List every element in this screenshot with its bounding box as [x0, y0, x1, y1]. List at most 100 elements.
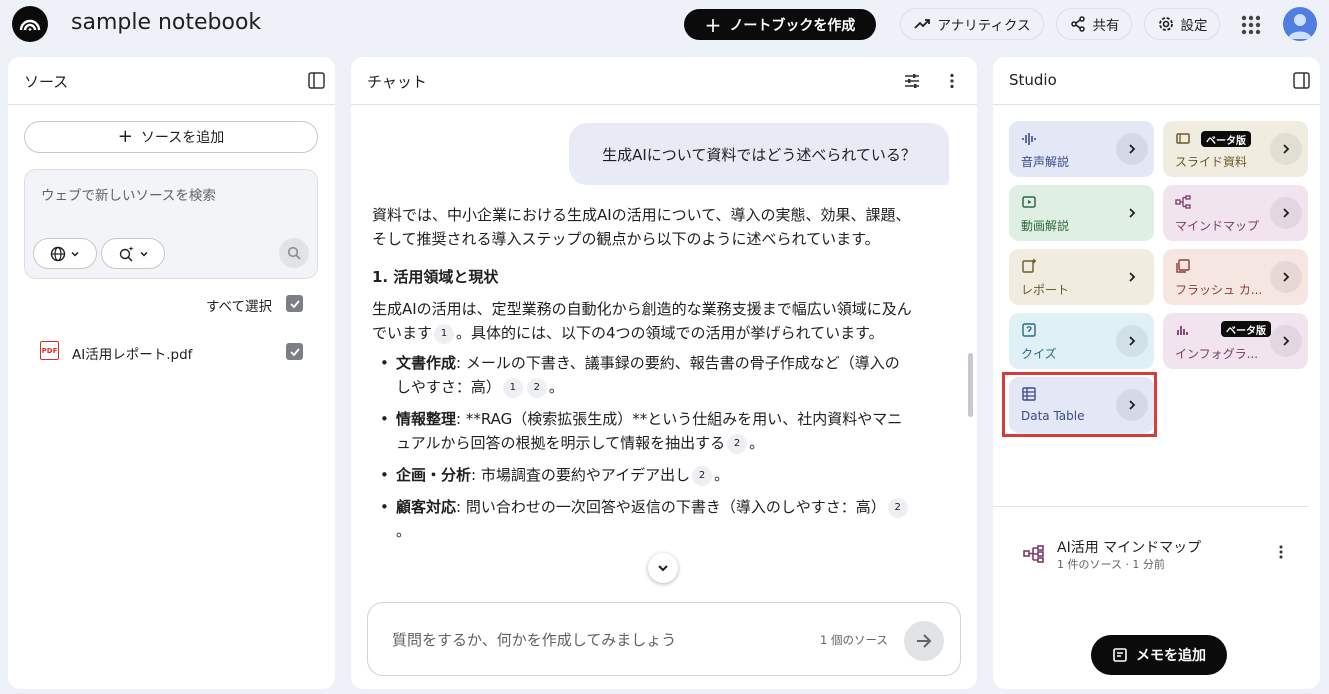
studio-tile-slides[interactable]: スライド資料 ベータ版: [1163, 121, 1308, 177]
add-note-button[interactable]: メモを追加: [1091, 635, 1227, 675]
list-item-term: 文書作成: [396, 354, 457, 372]
tile-arrow-button[interactable]: [1116, 261, 1148, 293]
tile-arrow-button[interactable]: [1270, 325, 1302, 357]
studio-tile-label: インフォグラ...: [1175, 347, 1259, 361]
plus-icon: +: [117, 126, 133, 147]
chevron-down-icon: [139, 251, 148, 257]
settings-button[interactable]: 設定: [1144, 8, 1220, 40]
checkmark-icon: [289, 299, 300, 308]
studio-tile-label: 音声解説: [1021, 155, 1070, 169]
chat-input-box[interactable]: 質問をするか、何かを作成してみましょう 1 個のソース: [367, 602, 961, 676]
citation-badge[interactable]: 2: [727, 433, 748, 454]
tile-arrow-button[interactable]: [1116, 325, 1148, 357]
source-item-name[interactable]: AI活用レポート.pdf: [72, 343, 192, 363]
beta-badge: ベータ版: [1201, 131, 1251, 147]
tile-arrow-button[interactable]: [1116, 133, 1148, 165]
data-table-highlight: [1002, 372, 1157, 437]
top-bar: sample notebook + ノートブックを作成 アナリティクス 共有 設…: [0, 0, 1329, 50]
gear-icon: [1158, 17, 1173, 31]
tune-icon[interactable]: [903, 72, 921, 90]
create-notebook-button[interactable]: + ノートブックを作成: [684, 9, 876, 40]
note-more-button[interactable]: [1271, 542, 1291, 562]
studio-tile-report[interactable]: レポート: [1009, 249, 1154, 305]
answer-paragraph: 生成AIの活用は、定型業務の自動化から創造的な業務支援まで幅広い領域に及んでいま…: [372, 297, 912, 345]
beta-badge: ベータ版: [1221, 321, 1271, 337]
mindmap-icon: [1175, 195, 1191, 209]
chevron-down-icon: [71, 251, 79, 257]
slides-icon: [1176, 133, 1190, 144]
studio-tile-video[interactable]: 動画解説: [1009, 185, 1154, 241]
note-title[interactable]: AI活用 マインドマップ: [1057, 537, 1201, 557]
citation-badge[interactable]: 2: [692, 465, 713, 486]
select-all-label: すべて選択: [206, 299, 273, 315]
answer-list: 文書作成: メールの下書き、議事録の要約、報告書の骨子作成など（導入のしやすさ：…: [376, 351, 912, 543]
audio-wave-icon: [1022, 133, 1036, 145]
user-avatar-icon: [1288, 14, 1312, 39]
infographic-icon: [1177, 326, 1188, 335]
tile-arrow-button[interactable]: [1116, 197, 1148, 229]
share-label: 共有: [1092, 18, 1120, 34]
web-source-dropdown[interactable]: [33, 238, 97, 269]
list-item: 文書作成: メールの下書き、議事録の要約、報告書の骨子作成など（導入のしやすさ：…: [376, 351, 912, 399]
apps-grid-icon[interactable]: [1238, 12, 1264, 38]
citation-badge[interactable]: 1: [502, 377, 523, 398]
studio-tile-flashcard[interactable]: フラッシュ カ...: [1163, 249, 1308, 305]
analytics-button[interactable]: アナリティクス: [900, 8, 1044, 40]
source-search-input[interactable]: ウェブで新しいソースを検索: [41, 184, 216, 204]
tile-arrow-button[interactable]: [1270, 133, 1302, 165]
chat-input-field[interactable]: 質問をするか、何かを作成してみましょう: [392, 629, 676, 650]
tile-arrow-button[interactable]: [1270, 261, 1302, 293]
answer-heading: 1. 活用領域と現状: [372, 268, 499, 286]
sparkle-search-icon: [119, 246, 134, 262]
quiz-icon: [1022, 323, 1036, 337]
citation-badge[interactable]: 2: [887, 497, 908, 518]
flashcard-icon: [1176, 259, 1190, 273]
search-mode-dropdown[interactable]: [101, 238, 165, 269]
panel-collapse-icon[interactable]: [308, 72, 325, 89]
list-item-tail: 。: [714, 466, 730, 484]
citation-badge[interactable]: 2: [526, 377, 547, 398]
chevron-right-icon: [1283, 336, 1290, 346]
citation-badge[interactable]: 1: [434, 323, 455, 344]
avatar[interactable]: [1283, 7, 1317, 41]
chat-header: チャット: [351, 57, 977, 105]
globe-icon: [50, 246, 66, 261]
studio-tile-label: 動画解説: [1021, 219, 1070, 233]
send-button[interactable]: [904, 621, 944, 661]
trending-up-icon: [914, 19, 931, 29]
chat-scrollbar[interactable]: [968, 353, 973, 417]
notebook-title[interactable]: sample notebook: [71, 10, 261, 35]
source-item-checkbox[interactable]: [286, 343, 303, 360]
studio-tile-quiz[interactable]: クイズ: [1009, 313, 1154, 369]
search-submit-button[interactable]: [279, 238, 309, 268]
studio-tile-mindmap[interactable]: マインドマップ: [1163, 185, 1308, 241]
more-vert-icon[interactable]: [943, 72, 961, 90]
list-item-tail: 。: [749, 434, 765, 452]
create-notebook-label: ノートブックを作成: [729, 17, 856, 34]
chevron-right-icon: [1283, 272, 1290, 282]
source-search-box[interactable]: ウェブで新しいソースを検索: [24, 169, 318, 279]
studio-tile-label: レポート: [1021, 283, 1070, 297]
answer-paragraph-b: 。具体的には、以下の4つの領域での活用が挙げられています。: [456, 324, 884, 342]
list-item-text: : **RAG（検索拡張生成）**という仕組みを用い、社内資料やマニュアルから回…: [396, 410, 903, 452]
plus-icon: +: [704, 12, 722, 37]
chevron-right-icon: [1129, 272, 1136, 282]
share-icon: [1070, 16, 1085, 32]
chevron-right-icon: [1129, 336, 1136, 346]
list-item-text: : メールの下書き、議事録の要約、報告書の骨子作成など（導入のしやすさ：高）: [396, 354, 900, 396]
tile-arrow-button[interactable]: [1270, 197, 1302, 229]
studio-tile-infographic[interactable]: インフォグラ... ベータ版: [1163, 313, 1308, 369]
chevron-right-icon: [1129, 208, 1136, 218]
scroll-down-button[interactable]: [648, 553, 678, 583]
video-icon: [1022, 196, 1036, 208]
select-all-checkbox[interactable]: [286, 295, 303, 312]
list-item: 企画・分析: 市場調査の要約やアイデア出し2。: [376, 463, 912, 487]
studio-title: Studio: [1009, 71, 1057, 89]
pdf-icon: PDF: [40, 341, 59, 360]
report-icon: [1022, 259, 1036, 273]
share-button[interactable]: 共有: [1056, 8, 1132, 40]
studio-tile-audio-wave[interactable]: 音声解説: [1009, 121, 1154, 177]
add-source-button[interactable]: + ソースを追加: [24, 121, 318, 153]
notebooklm-logo-icon[interactable]: [12, 6, 48, 42]
panel-collapse-icon[interactable]: [1293, 72, 1310, 89]
